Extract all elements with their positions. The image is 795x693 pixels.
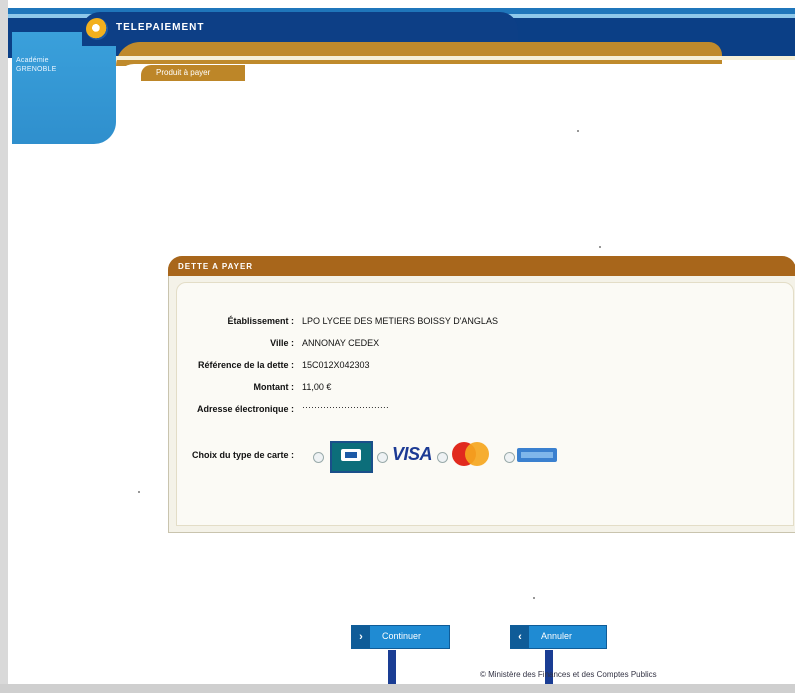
academy-label: Académie GRENOBLE bbox=[16, 57, 57, 73]
reference-label: Référence de la dette : bbox=[197, 360, 294, 370]
brand-logo-icon bbox=[86, 18, 108, 40]
cancel-button[interactable]: ‹ Annuler bbox=[510, 625, 607, 649]
email-label: Adresse électronique : bbox=[196, 404, 294, 414]
radio-visa[interactable] bbox=[377, 452, 388, 463]
scan-speck bbox=[577, 130, 579, 132]
chevron-left-icon: ‹ bbox=[511, 626, 529, 648]
footer-copyright: © Ministère des Finances et des Comptes … bbox=[480, 670, 657, 679]
etablissement-value: LPO LYCEE DES METIERS BOISSY D'ANGLAS bbox=[302, 316, 498, 326]
side-panel bbox=[12, 32, 116, 144]
etablissement-label: Établissement : bbox=[227, 316, 294, 326]
ville-value: ANNONAY CEDEX bbox=[302, 338, 380, 348]
tab-label: Produit à payer bbox=[156, 68, 211, 77]
debt-panel-header bbox=[168, 256, 795, 276]
scan-speck bbox=[138, 491, 140, 493]
scan-speck bbox=[533, 597, 535, 599]
email-value: ····························· bbox=[302, 402, 389, 412]
gold-band bbox=[116, 42, 722, 66]
divider bbox=[116, 56, 795, 60]
scan-speck bbox=[599, 246, 601, 248]
continue-button[interactable]: › Continuer bbox=[351, 625, 450, 649]
visa-card-icon: VISA bbox=[392, 444, 433, 464]
continue-label: Continuer bbox=[382, 631, 422, 641]
cb-card-icon bbox=[330, 441, 373, 473]
debt-panel-title: DETTE A PAYER bbox=[178, 262, 254, 271]
reference-value: 15C012X042303 bbox=[302, 360, 370, 370]
radio-mastercard[interactable] bbox=[437, 452, 448, 463]
maestro-card-icon bbox=[517, 448, 557, 462]
scan-edge bbox=[0, 684, 795, 693]
radio-cb[interactable] bbox=[313, 452, 324, 463]
card-type-label: Choix du type de carte : bbox=[191, 450, 294, 460]
montant-label: Montant : bbox=[253, 382, 295, 392]
app-title: TELEPAIEMENT bbox=[116, 22, 205, 33]
ville-label: Ville : bbox=[270, 338, 294, 348]
scan-edge bbox=[0, 0, 8, 693]
mastercard-card-icon bbox=[452, 442, 490, 468]
annotation-arrow-icon bbox=[388, 650, 396, 684]
radio-maestro[interactable] bbox=[504, 452, 515, 463]
chevron-right-icon: › bbox=[352, 626, 370, 648]
montant-value: 11,00 € bbox=[302, 382, 332, 392]
cancel-label: Annuler bbox=[541, 631, 573, 641]
